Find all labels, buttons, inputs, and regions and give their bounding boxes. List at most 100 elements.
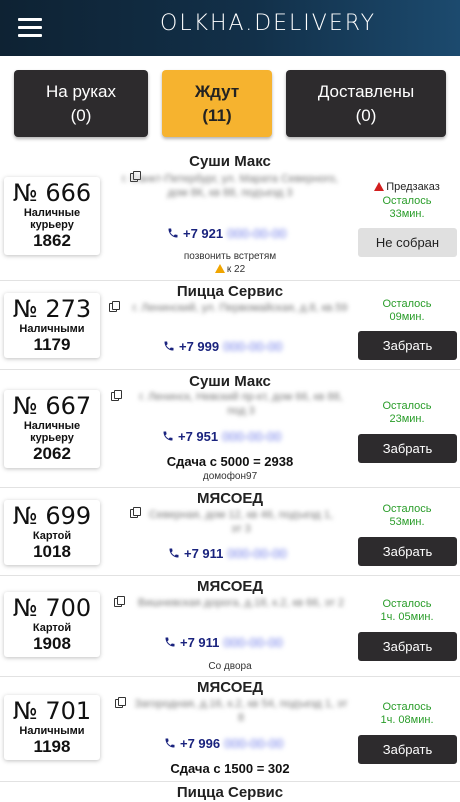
phone-icon [169,548,179,558]
phone-rest: 000-00-00 [224,736,284,751]
phone-link[interactable]: +7 951 000-00-00 [162,429,281,444]
order-number-box: № 667 Наличные курьеру 2062 [4,390,100,468]
order-card[interactable]: № 699 Картой 1018 МЯСОЕД Северная, дом 1… [0,488,460,576]
phone-link[interactable]: +7 911 000-00-00 [164,635,283,650]
phone-rest: 000-00-00 [227,546,287,561]
order-number: № 701 [12,697,92,725]
time-left-value: 09мин. [389,311,425,323]
restaurant-name: Пицца Сервис [176,283,284,300]
order-number-box: № 700 Картой 1908 [4,592,100,657]
payment-method: Наличными [19,323,85,335]
order-card[interactable]: № 667 Наличные курьеру 2062 Суши Макс г.… [0,370,460,488]
phone-rest: 000-00-00 [223,339,283,354]
restaurant-name: Суши Макс [189,153,271,170]
time-left: Осталось 1ч. 05мин. [358,598,456,624]
pickup-button[interactable]: Забрать [358,537,457,566]
order-warning: к 22 [104,264,356,275]
tab-label: Доставлены [317,82,415,101]
phone-link[interactable]: +7 911 000-00-00 [168,546,287,561]
order-card[interactable]: № 701 Наличными 1198 МЯСОЕД Загородная, … [0,677,460,782]
order-sum: 1018 [33,542,71,561]
change-info: Сдача с 1500 = 302 [170,761,290,776]
delivery-address: г. Санкт-Петербург, ул. Марата Северного… [121,173,339,199]
time-left: Осталось 09мин. [358,298,456,324]
restaurant-name: МЯСОЕД [196,578,264,595]
phone-code: +7 951 [178,429,219,444]
phone-icon [165,738,175,748]
copy-icon[interactable] [109,301,121,313]
time-left-value: 1ч. 08мин. [380,714,434,726]
change-info: Сдача с 5000 = 2938 [166,454,294,469]
pickup-button[interactable]: Забрать [358,331,457,360]
order-number: № 273 [12,295,92,323]
pickup-button[interactable]: Забрать [358,632,457,661]
tab-waiting[interactable]: Ждут (11) [162,70,272,137]
status-tabs: На руках (0) Ждут (11) Доставлены (0) [14,70,446,137]
order-number: № 700 [12,594,92,622]
order-note: Со двора [208,661,252,672]
preorder-badge: Предзаказ [358,181,456,193]
phone-link[interactable]: +7 921 000-00-00 [167,226,286,241]
copy-icon[interactable] [111,390,123,402]
time-left-label: Осталось [382,400,432,412]
restaurant-name: МЯСОЕД [196,490,264,507]
order-card[interactable]: № 700 Картой 1908 МЯСОЕД Вишневская доро… [0,576,460,677]
app-logo: OLKHA.DELIVERY [160,11,377,36]
order-number: № 699 [12,502,92,530]
tab-count: (11) [202,106,232,125]
order-card[interactable]: № 666 Наличные курьеру 1862 Суши Макс г.… [0,150,460,281]
restaurant-name: Пицца Сервис [176,784,284,801]
phone-rest: 000-00-00 [222,429,282,444]
order-card[interactable]: № 273 Наличными 1179 Пицца Сервис г. Лен… [0,281,460,370]
phone-link[interactable]: +7 996 000-00-00 [164,736,283,751]
time-left-value: 33мин. [389,208,425,220]
menu-icon[interactable] [18,18,42,38]
order-number: № 666 [12,179,92,207]
order-note: позвонить встретям [183,251,277,262]
order-sum: 1179 [33,335,71,354]
order-number-box: № 666 Наличные курьеру 1862 [4,177,100,255]
tab-label: На руках [46,82,116,101]
preorder-label: Предзаказ [386,181,440,193]
time-left-label: Осталось [382,701,432,713]
pickup-button[interactable]: Забрать [358,434,457,463]
order-sum: 1908 [33,634,71,653]
phone-link[interactable]: +7 999 000-00-00 [163,339,282,354]
delivery-address: Загородная, д.16, к.2, кв 54, подъезд 1,… [134,698,348,724]
phone-icon [165,637,175,647]
phone-rest: 000-00-00 [227,226,287,241]
tab-label: Ждут [194,82,240,101]
payment-method-sub: курьеру [30,432,74,444]
order-number: № 667 [12,392,92,420]
time-left-value: 23мин. [389,413,425,425]
order-number-box: № 273 Наличными 1179 [4,293,100,358]
tab-count: (0) [355,106,377,125]
warning-icon [214,264,225,273]
time-left-label: Осталось [382,195,432,207]
copy-icon[interactable] [115,697,127,709]
time-left: Осталось 23мин. [358,400,456,426]
phone-code: +7 911 [180,635,220,650]
phone-code: +7 911 [184,546,224,561]
phone-code: +7 921 [183,226,224,241]
delivery-address: Северная, дом 12, кв 46, подъезд 1, эт 3 [148,509,334,535]
delivery-address: Вишневская дорога, д.18, к.2, кв 66, эт … [137,597,345,609]
restaurant-name: Суши Макс [189,373,271,390]
phone-rest: 000-00-00 [223,635,283,650]
time-left: Осталось 1ч. 08мин. [358,701,456,727]
payment-method: Картой [32,530,72,542]
copy-icon[interactable] [114,596,126,608]
restaurant-name: МЯСОЕД [196,679,264,696]
tab-in-hand[interactable]: На руках (0) [14,70,148,137]
tab-delivered[interactable]: Доставлены (0) [286,70,446,137]
phone-icon [168,228,178,238]
time-left-label: Осталось [382,598,432,610]
time-left-value: 53мин. [389,516,425,528]
pickup-button[interactable]: Забрать [358,735,457,764]
top-app-bar: OLKHA.DELIVERY [0,0,460,56]
copy-icon[interactable] [130,507,142,519]
time-left: Осталось 53мин. [358,503,456,529]
not-assembled-button[interactable]: Не собран [358,228,457,257]
order-card[interactable]: Пицца Сервис [0,782,460,802]
phone-icon [163,431,173,441]
